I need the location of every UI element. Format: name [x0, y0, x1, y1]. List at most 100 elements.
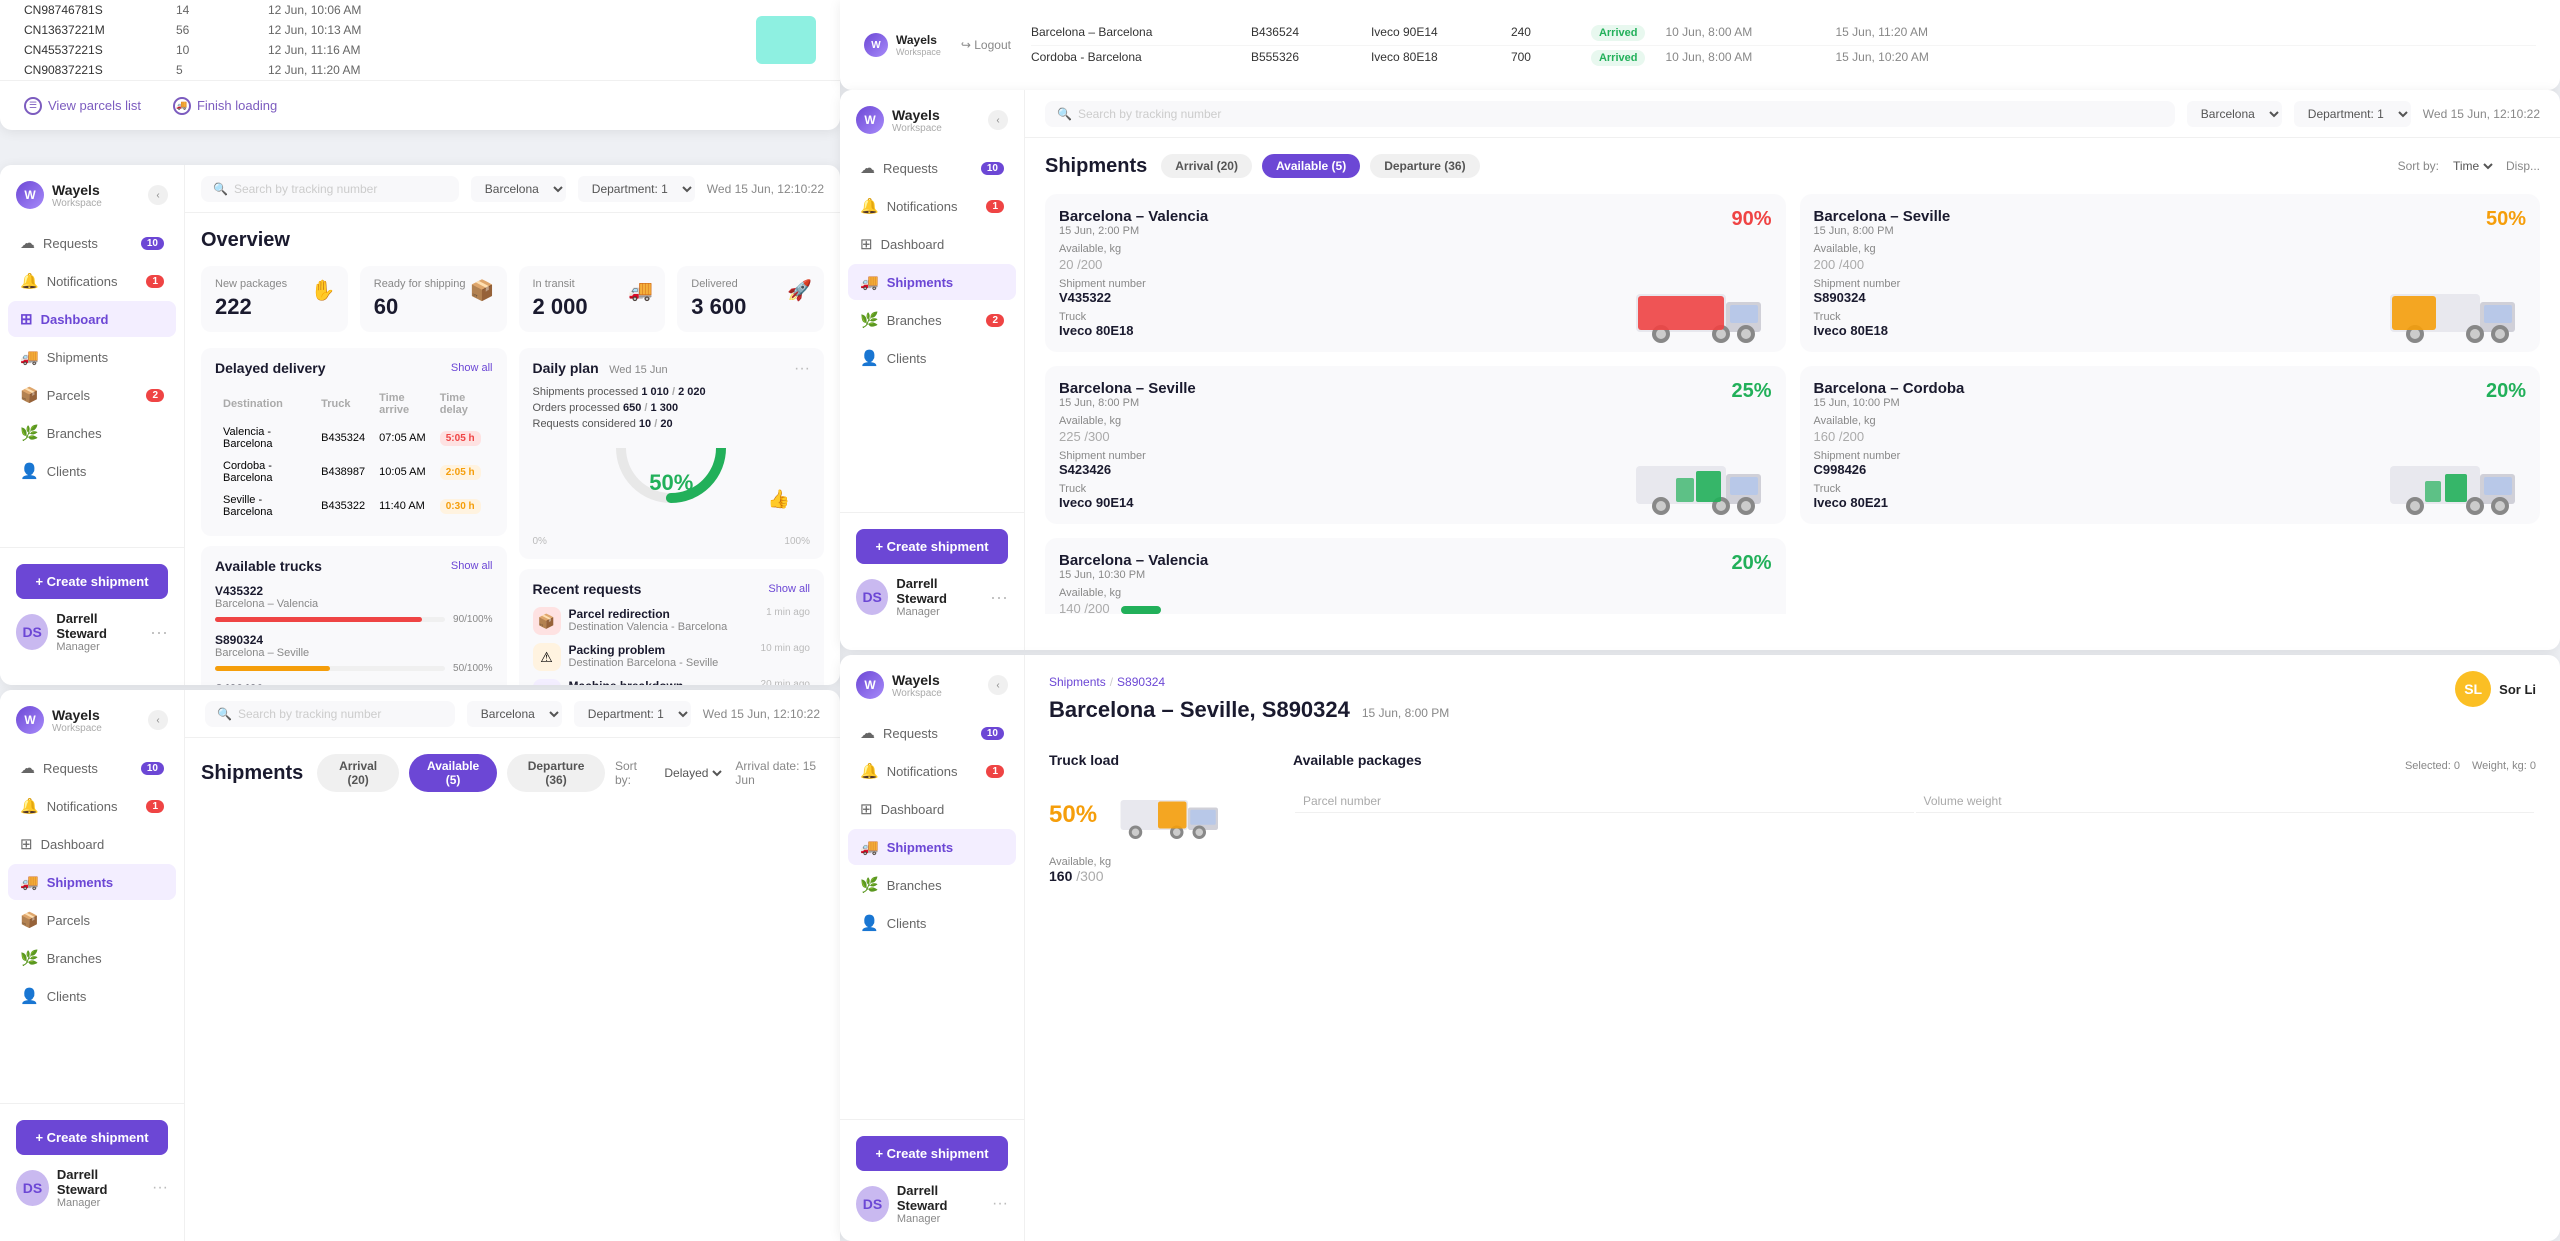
lower-sidebar-branches[interactable]: 🌿 Branches	[8, 940, 176, 976]
user-card[interactable]: DS Darrell Steward Manager ···	[16, 611, 168, 653]
route-cell-2: Cordoba - Barcelona	[1031, 50, 1231, 66]
lower-dept-select[interactable]: Department: 1	[574, 701, 691, 727]
detail-user-card[interactable]: DS Darrell Steward Manager ···	[856, 1183, 1008, 1225]
lower-sidebar-shipments[interactable]: 🚚 Shipments	[8, 864, 176, 900]
user-menu-icon[interactable]: ···	[150, 622, 168, 643]
lower-sidebar-dashboard[interactable]: ⊞ Dashboard	[8, 826, 176, 862]
sidebar-item-branches[interactable]: 🌿 Branches	[8, 415, 176, 451]
col-truck: Truck	[315, 388, 371, 420]
create-shipment-sidebar-button[interactable]: + Create shipment	[16, 564, 168, 599]
right-sidebar: W Wayels Workspace ‹ ☁ Requests 10 🔔 Not…	[840, 90, 1025, 650]
requests-badge: 10	[141, 237, 164, 250]
search-placeholder: Search by tracking number	[234, 182, 377, 196]
create-shipment-right-button[interactable]: + Create shipment	[856, 529, 1008, 564]
right-sidebar-notifications[interactable]: 🔔 Notifications 1	[848, 188, 1016, 224]
request-item-2: ⚠ Packing problem Destination Barcelona …	[533, 643, 811, 671]
lower-tab-arrival[interactable]: Arrival (20)	[317, 754, 399, 792]
shipment-card-5[interactable]: Barcelona – Valencia 15 Jun, 10:30 PM 20…	[1045, 538, 1786, 614]
shipment-card-4[interactable]: Barcelona – Cordoba 15 Jun, 10:00 PM 20%…	[1800, 366, 2541, 524]
detail-create-button[interactable]: + Create shipment	[856, 1136, 1008, 1171]
lower-sidebar-clients[interactable]: 👤 Clients	[8, 978, 176, 1014]
sort-select[interactable]: Time	[2449, 158, 2496, 174]
brand-name: Wayels	[52, 182, 102, 198]
shipment-card-3[interactable]: Barcelona – Seville 15 Jun, 8:00 PM 25% …	[1045, 366, 1786, 524]
detail-sidebar-dashboard[interactable]: ⊞ Dashboard	[848, 791, 1016, 827]
stat-in-transit-icon: 🚚	[628, 278, 653, 303]
breadcrumb-child[interactable]: S890324	[1117, 675, 1165, 689]
lower-tab-available[interactable]: Available (5)	[409, 754, 497, 792]
sidebar-item-notifications[interactable]: 🔔 Notifications 1	[8, 263, 176, 299]
tab-arrival[interactable]: Arrival (20)	[1161, 154, 1252, 178]
ship-pct-2: 50%	[2486, 208, 2526, 231]
delayed-delivery-section: Delayed delivery Show all Destination Tr…	[201, 348, 507, 536]
detail-user-menu[interactable]: ···	[992, 1195, 1008, 1213]
detail-sidebar-shipments[interactable]: 🚚 Shipments	[848, 829, 1016, 865]
right-sidebar-requests[interactable]: ☁ Requests 10	[848, 150, 1016, 186]
parcel-time-4: 12 Jun, 11:20 AM	[268, 63, 361, 77]
tab-departure[interactable]: Departure (36)	[1370, 154, 1479, 178]
lower-tab-departure[interactable]: Departure (36)	[507, 754, 605, 792]
shipment-card-1[interactable]: Barcelona – Valencia 15 Jun, 2:00 PM 90%…	[1045, 194, 1786, 352]
ship-route-5: Barcelona – Valencia	[1059, 552, 1208, 569]
stat-new-packages: New packages 222 ✋	[201, 266, 348, 332]
detail-sidebar-clients[interactable]: 👤 Clients	[848, 905, 1016, 941]
right-sidebar-dashboard[interactable]: ⊞ Dashboard	[848, 226, 1016, 262]
delayed-show-all[interactable]: Show all	[451, 362, 493, 374]
sidebar-toggle-button[interactable]: ‹	[148, 185, 168, 205]
view-parcels-button[interactable]: ☰ View parcels list	[24, 97, 141, 115]
shipments-dept-select[interactable]: Department: 1	[2294, 101, 2411, 127]
detail-sidebar-branches[interactable]: 🌿 Branches	[848, 867, 1016, 903]
right-sidebar-branches[interactable]: 🌿 Branches 2	[848, 302, 1016, 338]
trucks-show-all[interactable]: Show all	[451, 560, 493, 572]
detail-sidebar-notifications[interactable]: 🔔 Notifications 1	[848, 753, 1016, 789]
detail-sidebar-requests[interactable]: ☁ Requests 10	[848, 715, 1016, 751]
sidebar-item-dashboard[interactable]: ⊞ Dashboard	[8, 301, 176, 337]
sidebar-item-shipments[interactable]: 🚚 Shipments	[8, 339, 176, 375]
lower-create-button[interactable]: + Create shipment	[16, 1120, 168, 1155]
sidebar-item-parcels[interactable]: 📦 Parcels 2	[8, 377, 176, 413]
lower-user-card[interactable]: DS Darrell Steward Manager ···	[16, 1167, 168, 1209]
finish-loading-button[interactable]: 🚚 Finish loading	[173, 97, 277, 115]
right-user-menu-icon[interactable]: ···	[990, 587, 1008, 608]
clients-icon: 👤	[20, 462, 39, 480]
lower-sidebar-requests[interactable]: ☁ Requests 10	[8, 750, 176, 786]
lower-shipments-title: Shipments	[201, 762, 303, 785]
lower-user-menu[interactable]: ···	[152, 1179, 168, 1197]
department-select[interactable]: Department: 1	[578, 176, 695, 202]
lower-sort-select[interactable]: Delayed	[660, 765, 725, 781]
delayed-title: Delayed delivery	[215, 360, 326, 376]
lower-search-box[interactable]: 🔍 Search by tracking number	[205, 701, 455, 727]
sor-li-card[interactable]: SL Sor Li	[2455, 671, 2536, 707]
logout-button[interactable]: ↪ Logout	[961, 38, 1011, 52]
right-sidebar-shipments[interactable]: 🚚 Shipments	[848, 264, 1016, 300]
detail-sidebar-toggle[interactable]: ‹	[988, 675, 1008, 695]
right-shipments-icon: 🚚	[860, 273, 879, 291]
right-sidebar-toggle[interactable]: ‹	[988, 110, 1008, 130]
sidebar-item-clients[interactable]: 👤 Clients	[8, 453, 176, 489]
daily-plan-menu[interactable]: ···	[794, 360, 810, 378]
ship-avail-1: 20 /200	[1059, 257, 1772, 272]
right-sidebar-clients[interactable]: 👤 Clients	[848, 340, 1016, 376]
shipment-card-2[interactable]: Barcelona – Seville 15 Jun, 8:00 PM 50% …	[1800, 194, 2541, 352]
search-box[interactable]: 🔍 Search by tracking number	[201, 176, 459, 202]
lower-city-select[interactable]: Barcelona	[467, 701, 562, 727]
request-item-3: 🔧 Machine breakdown Destination Madrid -…	[533, 679, 811, 685]
lower-sidebar-parcels[interactable]: 📦 Parcels	[8, 902, 176, 938]
lower-sidebar-notifications[interactable]: 🔔 Notifications 1	[8, 788, 176, 824]
right-user-card[interactable]: DS Darrell Steward Manager ···	[856, 576, 1008, 618]
parcel-tracking-3: CN45537221S	[24, 43, 144, 57]
disp-options[interactable]: Disp...	[2506, 159, 2540, 173]
green-accent-box	[756, 16, 816, 64]
city-select[interactable]: Barcelona	[471, 176, 566, 202]
sidebar-item-requests[interactable]: ☁ Requests 10	[8, 225, 176, 261]
ship-avail-3: 225 /300	[1059, 429, 1772, 444]
tab-available[interactable]: Available (5)	[1262, 154, 1360, 178]
breadcrumb-parent[interactable]: Shipments	[1049, 675, 1106, 689]
lower-sidebar-toggle[interactable]: ‹	[148, 710, 168, 730]
shipments-search-box[interactable]: 🔍 Search by tracking number	[1045, 101, 2175, 127]
daily-plan-section: Daily plan Wed 15 Jun ··· Shipments proc…	[519, 348, 825, 559]
shipments-city-select[interactable]: Barcelona	[2187, 101, 2282, 127]
parcel-tracking-4: CN90837221S	[24, 63, 144, 77]
detail-date: 15 Jun, 8:00 PM	[1362, 706, 1449, 720]
recent-requests-show-all[interactable]: Show all	[768, 583, 810, 595]
